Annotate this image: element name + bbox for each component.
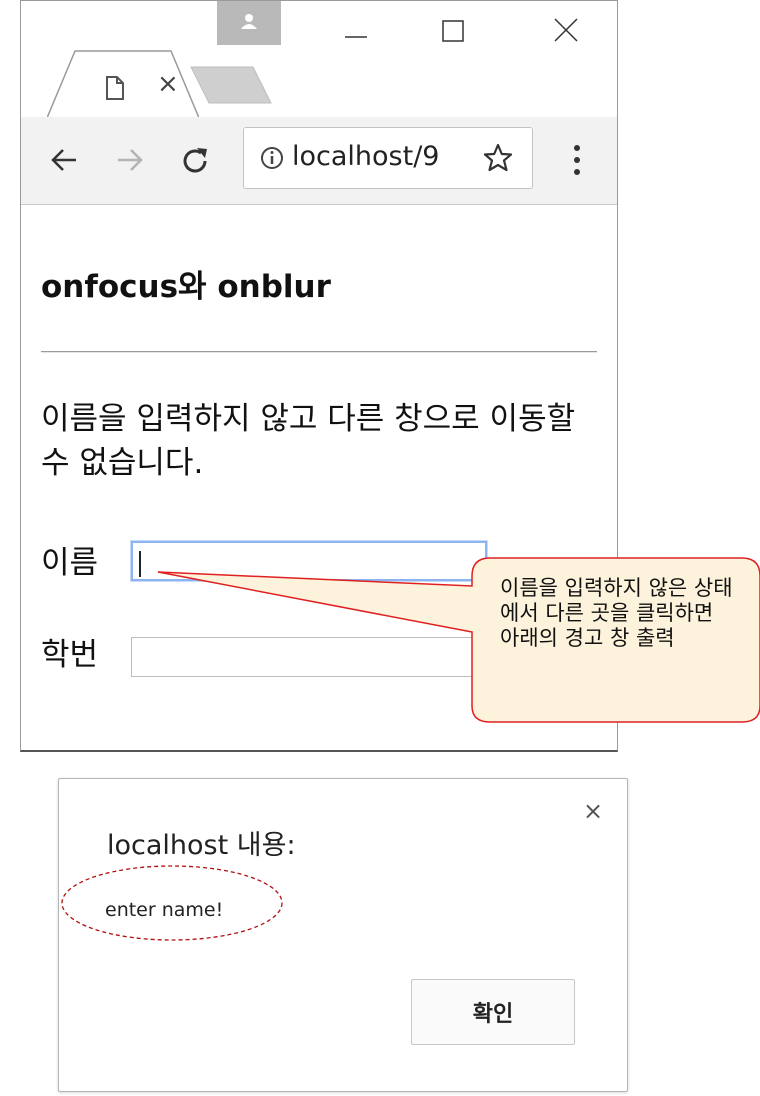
ok-button[interactable]: 확인: [411, 979, 575, 1045]
callout-text: 이름을 입력하지 않은 상태에서 다른 곳을 클릭하면 아래의 경고 창 출력: [500, 576, 733, 650]
dialog-close-icon[interactable]: ×: [583, 797, 603, 825]
dialog-title: localhost 내용:: [107, 830, 296, 861]
message-highlight-ellipse: [61, 865, 283, 941]
